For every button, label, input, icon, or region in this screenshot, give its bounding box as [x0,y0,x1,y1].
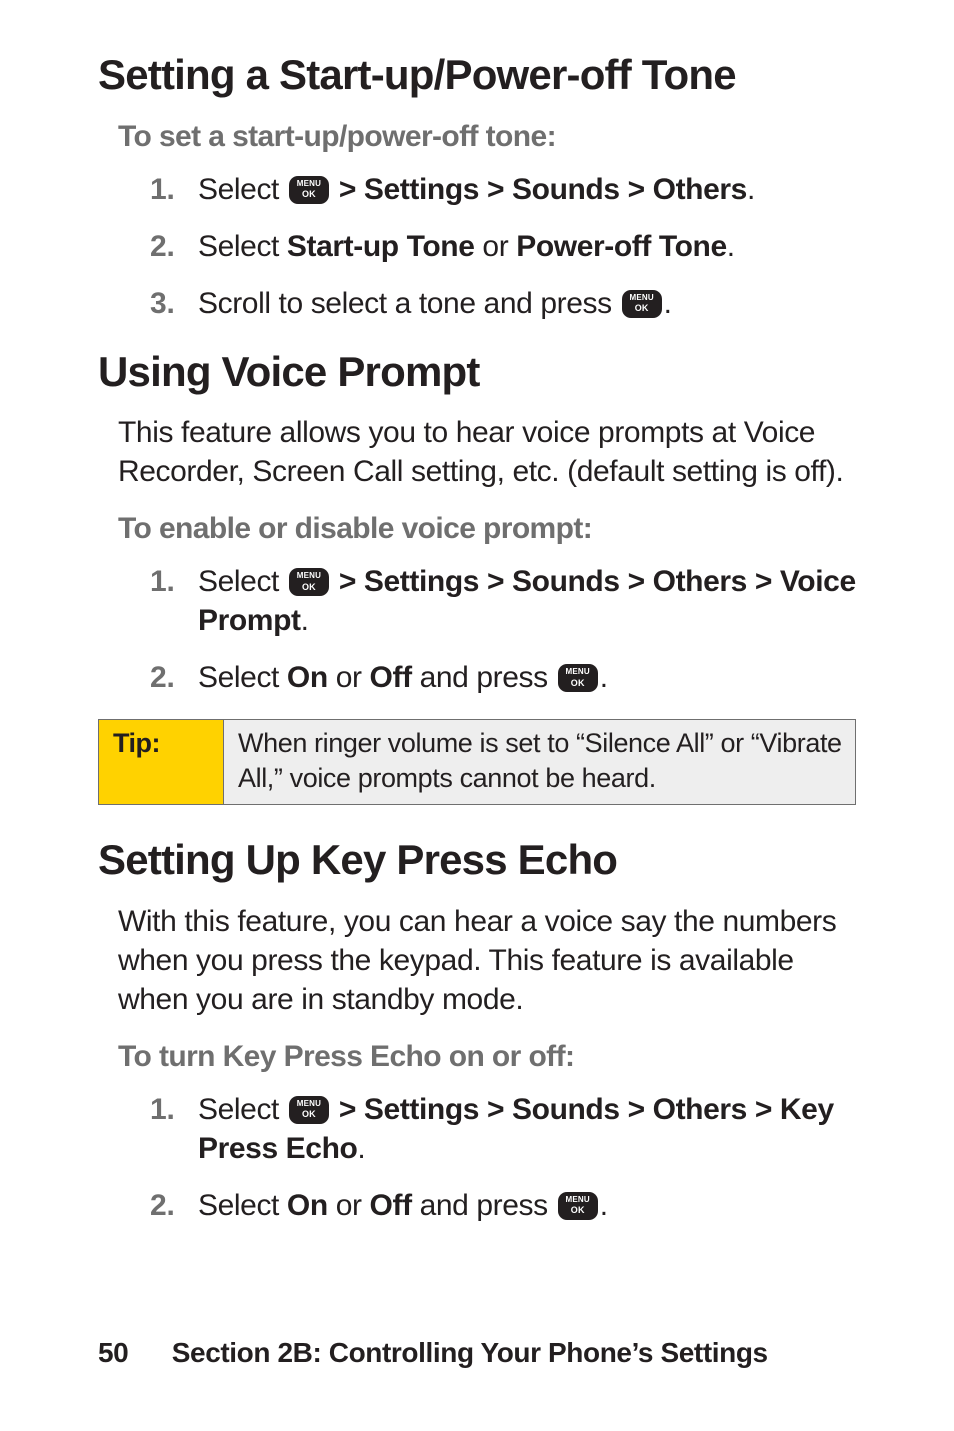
step-1-1: 1. Select > Settings > Sounds > Others. [150,170,856,209]
step-number: 3. [150,284,175,323]
step-3-1: 1. Select > Settings > Sounds > Others >… [150,1090,856,1168]
step-number: 1. [150,1090,175,1129]
step-number: 1. [150,170,175,209]
tip-content: When ringer volume is set to “Silence Al… [224,720,856,805]
menu-ok-icon [289,1096,329,1124]
menu-ok-icon [558,664,598,692]
intro-voice-prompt: This feature allows you to hear voice pr… [98,413,856,491]
step-3-2: 2. Select On or Off and press . [150,1186,856,1225]
heading-startup-poweroff-tone: Setting a Start-up/Power-off Tone [98,48,856,103]
step-number: 2. [150,658,175,697]
tip-label: Tip: [99,720,224,805]
step-text: Scroll to select a tone and press . [198,287,672,320]
heading-key-press-echo: Setting Up Key Press Echo [98,833,856,888]
step-text: Select > Settings > Sounds > Others > Vo… [198,565,856,637]
intro-key-press-echo: With this feature, you can hear a voice … [98,902,856,1019]
step-text: Select On or Off and press . [198,661,608,694]
menu-ok-icon [558,1192,598,1220]
step-text: Select > Settings > Sounds > Others. [198,173,755,206]
step-text: Select > Settings > Sounds > Others > Ke… [198,1093,834,1165]
step-number: 1. [150,562,175,601]
step-2-2: 2. Select On or Off and press . [150,658,856,697]
tip-box: Tip: When ringer volume is set to “Silen… [98,719,856,805]
subhead-voice-prompt: To enable or disable voice prompt: [98,509,856,548]
menu-ok-icon [622,290,662,318]
step-number: 2. [150,1186,175,1225]
page-number: 50 [98,1337,128,1368]
subhead-key-press-echo: To turn Key Press Echo on or off: [98,1037,856,1076]
heading-voice-prompt: Using Voice Prompt [98,345,856,400]
step-text: Select Start-up Tone or Power-off Tone. [198,230,735,263]
page-footer: 50 Section 2B: Controlling Your Phone’s … [98,1335,768,1371]
step-number: 2. [150,227,175,266]
subhead-set-startup-poweroff: To set a start-up/power-off tone: [98,117,856,156]
step-1-3: 3. Scroll to select a tone and press . [150,284,856,323]
menu-ok-icon [289,176,329,204]
section-title: Section 2B: Controlling Your Phone’s Set… [172,1337,768,1368]
step-2-1: 1. Select > Settings > Sounds > Others >… [150,562,856,640]
step-text: Select On or Off and press . [198,1189,608,1222]
step-1-2: 2. Select Start-up Tone or Power-off Ton… [150,227,856,266]
menu-ok-icon [289,568,329,596]
